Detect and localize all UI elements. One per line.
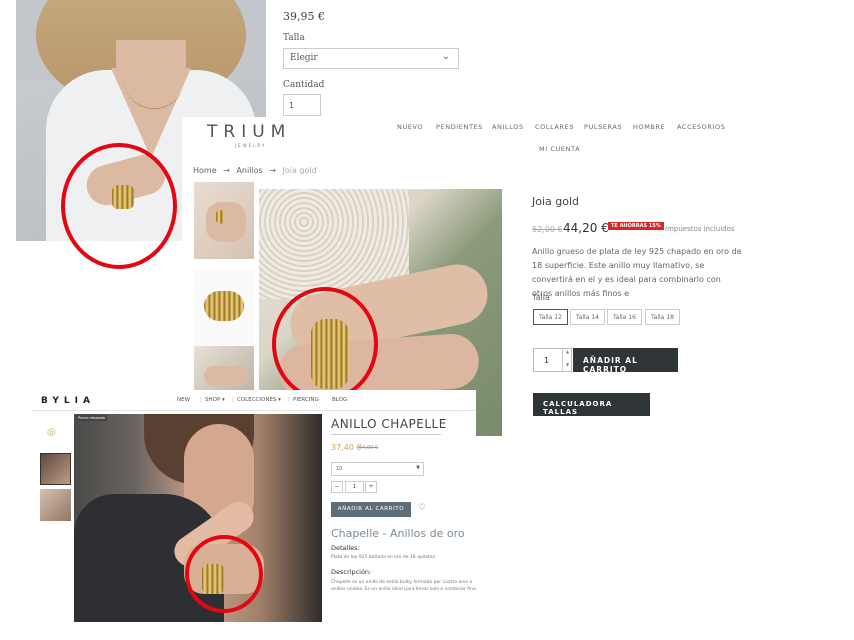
size-label: Talla xyxy=(532,293,550,302)
tax-note: Impuestos incluidos xyxy=(665,225,735,233)
breadcrumb-separator: → xyxy=(223,166,230,175)
product-price: 39,95 € xyxy=(283,10,325,23)
breadcrumb-current: Joia gold xyxy=(282,166,317,175)
size-select-value: 10 xyxy=(336,466,343,472)
nav-item-hombre[interactable]: HOMBRE xyxy=(633,123,665,131)
product-description: Anillo grueso de plata de ley 925 chapad… xyxy=(532,247,742,298)
size-option-18[interactable]: Talla 18 xyxy=(645,309,680,325)
description-text: Chapelle es un anillo de estilo bulky fo… xyxy=(331,580,478,592)
breadcrumb-anillos[interactable]: Anillos xyxy=(236,166,262,175)
thumbnail-2[interactable] xyxy=(194,269,254,346)
nav-item-collares[interactable]: COLLARES xyxy=(535,123,574,131)
add-to-cart-button[interactable]: AÑADIR AL CARRITO xyxy=(331,502,411,517)
highlight-circle xyxy=(185,535,263,613)
size-option-16[interactable]: Talla 16 xyxy=(607,309,642,325)
quantity-decrease-button[interactable]: − xyxy=(331,481,343,493)
chevron-down-icon: ▼ xyxy=(416,465,420,471)
divider xyxy=(32,410,476,411)
size-option-14[interactable]: Talla 14 xyxy=(570,309,605,325)
description-label: Descripción: xyxy=(331,568,372,576)
product-title: Joia gold xyxy=(532,195,580,208)
product-price: 37,40 € xyxy=(331,443,362,452)
add-to-cart-button[interactable]: AÑADIR AL CARRITO xyxy=(573,348,678,374)
nav-item-nuevo[interactable]: NUEVO xyxy=(397,123,423,131)
nav-item-pulseras[interactable]: PULSERAS xyxy=(584,123,622,131)
nav-item-shop[interactable]: SHOP ▾ xyxy=(205,397,225,403)
brand-logo[interactable]: BYLIA xyxy=(41,396,95,406)
details-label: Detalles: xyxy=(331,544,360,552)
breadcrumb-separator: → xyxy=(269,166,276,175)
screenshot-c-bylia: BYLIA NEW | SHOP ▾ | COLECCIONES ▾ | PIE… xyxy=(32,390,478,622)
nav-item-colecciones[interactable]: COLECCIONES ▾ xyxy=(237,397,281,403)
old-price: 44,00 € xyxy=(359,445,379,451)
product-price: 44,20 € xyxy=(563,221,609,235)
brand-logo[interactable]: TRIUM xyxy=(207,122,291,142)
heart-icon[interactable]: ♡ xyxy=(418,503,426,513)
divider xyxy=(331,434,441,435)
old-price: 52,00 € xyxy=(532,225,563,234)
nav-item-anillos[interactable]: ANILLOS xyxy=(492,123,524,131)
nav-item-new[interactable]: NEW xyxy=(177,397,190,403)
product-title: ANILLO CHAPELLE xyxy=(331,417,447,431)
thumbnail-1[interactable] xyxy=(40,453,71,485)
size-select-value: Elegir xyxy=(290,53,318,63)
ring-icon[interactable]: ◎ xyxy=(47,427,56,438)
size-option-12[interactable]: Talla 12 xyxy=(533,309,568,325)
size-select[interactable]: 10 ▼ xyxy=(331,462,424,476)
breadcrumb: Home → Anillos → Joia gold xyxy=(193,166,321,175)
nav-item-pendientes[interactable]: PENDIENTES xyxy=(436,123,483,131)
size-calculator-button[interactable]: CALCULADORA TALLAS xyxy=(533,393,650,416)
quantity-input[interactable]: 1 xyxy=(283,94,321,116)
quantity-label: Cantidad xyxy=(283,80,325,90)
size-label: Talla xyxy=(283,33,305,43)
spinner-arrows-icon[interactable]: ▲ ▼ xyxy=(562,349,572,371)
quantity-input[interactable]: 1 xyxy=(345,481,364,493)
thumbnail-1[interactable] xyxy=(194,182,254,259)
chevron-down-icon: ⌄ xyxy=(441,51,450,62)
highlight-circle xyxy=(272,287,378,401)
nav-item-blog[interactable]: BLOG xyxy=(332,397,347,403)
sale-tag: Precio rebajado xyxy=(76,415,108,421)
quantity-increase-button[interactable]: + xyxy=(365,481,377,493)
thumbnail-3[interactable] xyxy=(194,346,254,394)
nav-item-piercing[interactable]: PIERCING xyxy=(293,397,319,403)
brand-logo-subtitle: JEWELRY xyxy=(235,143,267,148)
thumbnail-2[interactable] xyxy=(40,489,71,521)
discount-badge: TE AHORRAS 15% xyxy=(608,222,664,230)
nav-item-mi-cuenta[interactable]: MI CUENTA xyxy=(539,145,580,153)
details-text: Plata de ley 925 bañada en oro de 18 qui… xyxy=(331,555,435,560)
breadcrumb-home[interactable]: Home xyxy=(193,166,217,175)
nav-item-accesorios[interactable]: ACCESORIOS xyxy=(677,123,725,131)
highlight-circle xyxy=(61,143,177,269)
product-subtitle: Chapelle - Anillos de oro xyxy=(331,527,465,540)
size-select[interactable]: Elegir ⌄ xyxy=(283,48,459,69)
